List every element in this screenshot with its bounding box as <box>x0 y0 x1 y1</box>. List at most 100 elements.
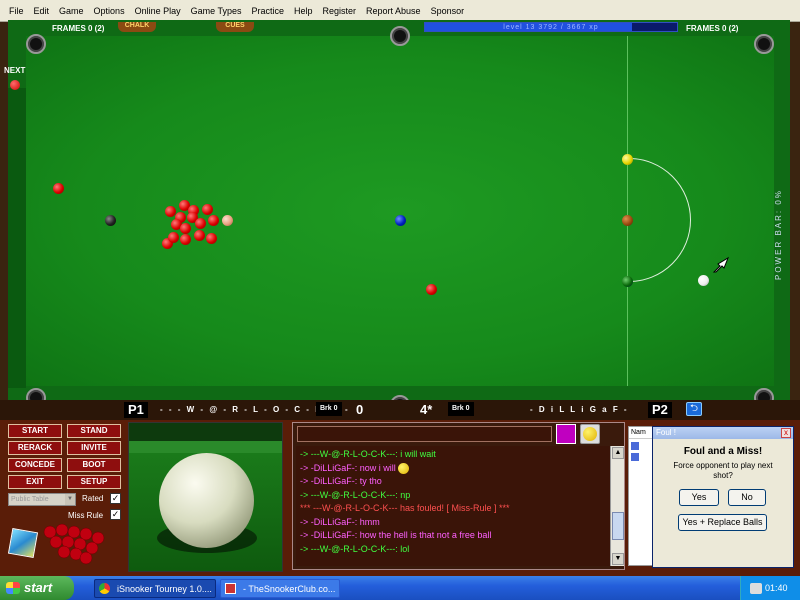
cues-button[interactable]: CUES <box>216 22 254 32</box>
scroll-up-icon[interactable]: ▲ <box>612 447 624 459</box>
red-ball <box>194 230 205 241</box>
dialog-heading: Foul and a Miss! <box>683 446 763 457</box>
red-ball <box>180 223 191 234</box>
cue-ball-closeup[interactable] <box>159 453 254 548</box>
yellow-ball <box>622 154 633 165</box>
green-ball <box>622 276 633 287</box>
table-type-select[interactable]: Public Table ▼ <box>8 493 76 506</box>
smiley-icon <box>583 427 597 441</box>
menu-game-types[interactable]: Game Types <box>186 6 247 16</box>
player2-break-label: Brk <box>452 405 464 412</box>
menu-options[interactable]: Options <box>89 6 130 16</box>
player2-break-value: 0 <box>465 405 470 412</box>
red-ball <box>208 215 219 226</box>
menu-report-abuse[interactable]: Report Abuse <box>361 6 426 16</box>
turn-arrow-icon[interactable]: ⮌ <box>686 402 702 416</box>
emoticon-button[interactable] <box>580 424 600 444</box>
taskbar-item-snookerclub[interactable]: - TheSnookerClub.co... <box>220 579 340 598</box>
mouse-cursor-icon <box>712 256 730 273</box>
close-icon[interactable]: x <box>781 428 791 438</box>
chrome-icon <box>99 583 110 594</box>
red-ball <box>426 284 437 295</box>
red-ball <box>53 183 64 194</box>
menu-practice[interactable]: Practice <box>246 6 289 16</box>
xp-bar: level 13 3792 / 3667 xp <box>424 22 678 32</box>
stand-button[interactable]: STAND <box>67 424 121 438</box>
dialog-yes-replace-button[interactable]: Yes + Replace Balls <box>678 514 767 531</box>
red-ball <box>195 218 206 229</box>
left-rail <box>8 88 26 388</box>
next-label: NEXT <box>4 66 26 75</box>
user-icon[interactable] <box>631 442 639 450</box>
red-ball <box>180 234 191 245</box>
frame-score: 4* <box>420 402 433 417</box>
concede-button[interactable]: CONCEDE <box>8 458 62 472</box>
player1-break-label: Brk <box>320 405 332 412</box>
cube-logo-icon <box>7 527 39 559</box>
setup-button[interactable]: SETUP <box>67 475 121 489</box>
snooker-app-icon <box>225 583 236 594</box>
menu-file[interactable]: File <box>4 6 29 16</box>
chevron-down-icon: ▼ <box>65 494 75 505</box>
blue-ball <box>395 215 406 226</box>
invite-button[interactable]: INVITE <box>67 441 121 455</box>
chat-log: -> ---W-@-R-L-O-C-K---: i will wait -> -… <box>296 446 610 566</box>
xp-text: level 13 3792 / 3667 xp <box>503 24 599 31</box>
menu-help[interactable]: Help <box>289 6 318 16</box>
menu-game[interactable]: Game <box>54 6 89 16</box>
start-game-button[interactable]: START <box>8 424 62 438</box>
boot-button[interactable]: BOOT <box>67 458 121 472</box>
menu-bar: File Edit Game Options Online Play Game … <box>0 0 800 22</box>
dialog-message: Force opponent to play next shot? <box>673 461 773 480</box>
dialog-titlebar: Foul ! x <box>653 427 793 439</box>
menu-online-play[interactable]: Online Play <box>130 6 186 16</box>
user-icon[interactable] <box>631 453 639 461</box>
player1-label: P1 <box>124 402 148 418</box>
scroll-down-icon[interactable]: ▼ <box>612 553 624 565</box>
system-tray: 01:40 <box>740 576 800 600</box>
dialog-yes-button[interactable]: Yes <box>679 489 719 506</box>
exit-button[interactable]: EXIT <box>8 475 62 489</box>
foul-dialog: Foul ! x Foul and a Miss! Force opponent … <box>652 426 794 568</box>
chat-scrollbar[interactable]: ▲ ▼ <box>610 446 624 566</box>
red-ball <box>206 233 217 244</box>
smiley-icon <box>398 462 410 474</box>
pink-ball <box>222 215 233 226</box>
chat-line: -> -DiLLiGaF-: now i will <box>300 462 606 476</box>
taskbar-item-isnooker[interactable]: iSnooker Tourney 1.0.... <box>94 579 216 598</box>
dialog-title: Foul ! <box>656 428 677 437</box>
chat-line: -> ---W-@-R-L-O-C-K---: lol <box>300 543 410 554</box>
dialog-no-button[interactable]: No <box>728 489 766 506</box>
player2-label: P2 <box>648 402 672 418</box>
cue-ball-view[interactable] <box>128 422 283 572</box>
table-type-value: Public Table <box>11 496 49 503</box>
windows-logo-icon <box>6 582 20 594</box>
score-bar <box>0 400 800 420</box>
chalk-button[interactable]: CHALK <box>118 22 156 32</box>
chat-color-picker[interactable] <box>556 424 576 444</box>
baulk-line <box>627 36 628 386</box>
cue-ball[interactable] <box>698 275 709 286</box>
next-ball-indicator <box>10 80 20 90</box>
menu-edit[interactable]: Edit <box>29 6 55 16</box>
rated-label: Rated <box>82 494 104 503</box>
menu-sponsor[interactable]: Sponsor <box>426 6 470 16</box>
scroll-thumb[interactable] <box>612 512 624 540</box>
frames-right: FRAMES 0 (2) <box>686 23 739 33</box>
chat-line: -> ---W-@-R-L-O-C-K---: np <box>300 489 411 500</box>
black-ball <box>105 215 116 226</box>
taskbar-item-label: iSnooker Tourney 1.0.... <box>117 584 212 594</box>
volume-icon[interactable] <box>750 583 762 594</box>
pocket-top-right <box>754 34 774 54</box>
pocket-top-middle <box>390 26 410 46</box>
rated-checkbox[interactable]: ✓ <box>110 493 121 504</box>
red-ball <box>168 232 179 243</box>
chat-input[interactable] <box>297 426 552 442</box>
brown-ball <box>622 215 633 226</box>
menu-register[interactable]: Register <box>318 6 362 16</box>
chat-line: -> -DiLLiGaF-: ty tho <box>300 476 382 486</box>
miss-rule-checkbox[interactable]: ✓ <box>110 509 121 520</box>
chat-line: *** ---W-@-R-L-O-C-K--- has fouled! [ Mi… <box>300 503 510 513</box>
rerack-button[interactable]: RERACK <box>8 441 62 455</box>
power-bar[interactable]: POWER BAR: 0% <box>774 160 792 310</box>
